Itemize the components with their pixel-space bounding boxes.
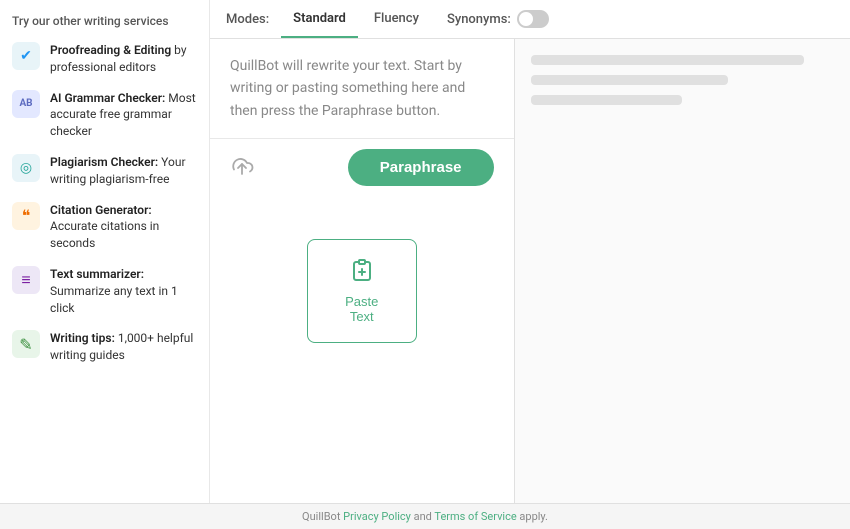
grammar-icon: AB <box>12 90 40 118</box>
bottom-bar: Paraphrase <box>210 138 514 196</box>
paste-icon <box>350 258 374 288</box>
main-layout: Try our other writing services ✔ Proofre… <box>0 0 850 503</box>
editor-area: QuillBot will rewrite your text. Start b… <box>210 39 850 503</box>
sidebar-title: Try our other writing services <box>12 14 197 28</box>
sidebar-item-grammar-text: AI Grammar Checker: Most accurate free g… <box>50 90 197 140</box>
footer-text-before: QuillBot <box>302 510 343 523</box>
proofreading-icon: ✔ <box>12 42 40 70</box>
synonyms-label: Synonyms: <box>447 12 511 27</box>
sidebar: Try our other writing services ✔ Proofre… <box>0 0 210 503</box>
output-line-1 <box>531 55 804 65</box>
upload-icon[interactable] <box>230 155 254 180</box>
tab-standard[interactable]: Standard <box>281 1 358 38</box>
sidebar-item-citation-text: Citation Generator: Accurate citations i… <box>50 202 197 252</box>
input-pane[interactable]: QuillBot will rewrite your text. Start b… <box>210 39 515 503</box>
sidebar-item-proofreading-text: Proofreading & Editing by professional e… <box>50 42 197 76</box>
sidebar-item-tips[interactable]: ✎ Writing tips: 1,000+ helpful writing g… <box>12 330 197 364</box>
citation-icon: ❝ <box>12 202 40 230</box>
main-content: Modes: Standard Fluency Synonyms: QuillB… <box>210 0 850 503</box>
sidebar-item-citation[interactable]: ❝ Citation Generator: Accurate citations… <box>12 202 197 252</box>
sidebar-item-proofreading[interactable]: ✔ Proofreading & Editing by professional… <box>12 42 197 76</box>
sidebar-item-summarizer[interactable]: ≡ Text summarizer: Summarize any text in… <box>12 266 197 316</box>
sidebar-item-summarizer-text: Text summarizer: Summarize any text in 1… <box>50 266 197 316</box>
output-pane <box>515 39 850 503</box>
output-line-2 <box>531 75 728 85</box>
paste-button-area: Paste Text <box>307 239 417 343</box>
plagiarism-icon: ◎ <box>12 154 40 182</box>
sidebar-item-plagiarism[interactable]: ◎ Plagiarism Checker: Your writing plagi… <box>12 154 197 188</box>
output-line-3 <box>531 95 683 105</box>
sidebar-item-tips-text: Writing tips: 1,000+ helpful writing gui… <box>50 330 197 364</box>
editor-placeholder: QuillBot will rewrite your text. Start b… <box>210 39 514 138</box>
sidebar-item-grammar[interactable]: AB AI Grammar Checker: Most accurate fre… <box>12 90 197 140</box>
paste-button[interactable]: Paste Text <box>307 239 417 343</box>
modes-label: Modes: <box>226 2 269 37</box>
synonyms-toggle[interactable] <box>517 10 549 28</box>
sidebar-item-plagiarism-text: Plagiarism Checker: Your writing plagiar… <box>50 154 197 188</box>
paraphrase-button[interactable]: Paraphrase <box>348 149 494 186</box>
footer-text-middle: and <box>414 510 435 523</box>
footer-text-after: apply. <box>519 510 548 523</box>
tabs-bar: Modes: Standard Fluency Synonyms: <box>210 0 850 39</box>
tab-synonyms[interactable]: Synonyms: <box>435 0 561 38</box>
paste-label: Paste Text <box>336 294 388 324</box>
footer: QuillBot Privacy Policy and Terms of Ser… <box>0 503 850 529</box>
summarizer-icon: ≡ <box>12 266 40 294</box>
tips-icon: ✎ <box>12 330 40 358</box>
footer-terms-link[interactable]: Terms of Service <box>434 510 516 523</box>
tab-fluency[interactable]: Fluency <box>362 1 431 38</box>
footer-privacy-link[interactable]: Privacy Policy <box>343 510 411 523</box>
